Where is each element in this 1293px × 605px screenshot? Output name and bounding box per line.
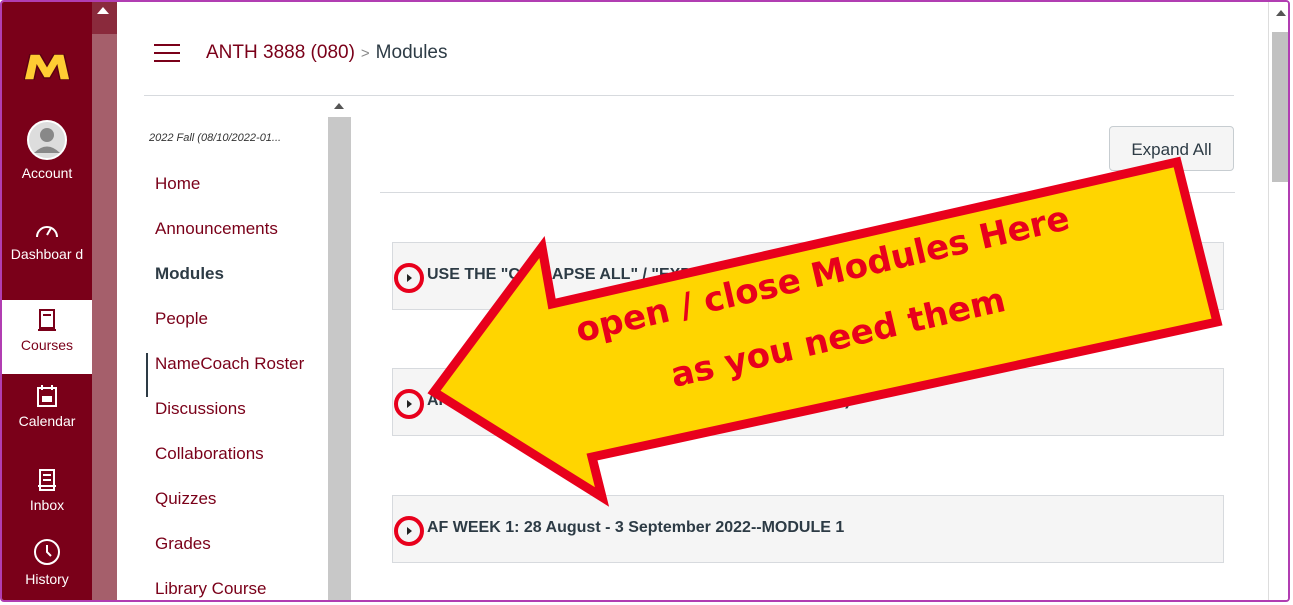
inbox-icon xyxy=(2,468,92,495)
header-divider xyxy=(144,95,1234,96)
nav-courses[interactable]: Courses xyxy=(2,300,92,374)
scroll-up-icon[interactable] xyxy=(1276,10,1286,16)
course-nav-collaborations[interactable]: Collaborations xyxy=(155,444,264,464)
course-nav-modules[interactable]: Modules xyxy=(155,264,224,284)
page-scrollbar[interactable] xyxy=(1268,2,1288,600)
nav-dashboard[interactable]: Dashboar d xyxy=(2,220,92,263)
scroll-thumb[interactable] xyxy=(1272,32,1288,182)
hamburger-menu-icon[interactable] xyxy=(154,44,180,64)
course-nav-people[interactable]: People xyxy=(155,309,208,329)
callout-text: open / close Modules Here as you need th… xyxy=(382,152,1262,512)
nav-calendar[interactable]: Calendar xyxy=(2,384,92,429)
nav-history-label: History xyxy=(25,571,69,587)
expand-toggle-icon[interactable] xyxy=(394,516,424,546)
course-nav-namecoach[interactable]: NameCoach Roster xyxy=(155,354,304,374)
scroll-up-icon[interactable] xyxy=(328,97,351,117)
nav-courses-label: Courses xyxy=(20,337,74,353)
breadcrumb: ANTH 3888 (080) > Modules xyxy=(206,42,448,64)
breadcrumb-course-link[interactable]: ANTH 3888 (080) xyxy=(206,42,355,63)
university-logo[interactable] xyxy=(23,53,71,85)
module-title[interactable]: AF WEEK 1: 28 August - 3 September 2022-… xyxy=(427,519,844,537)
course-nav-scrollbar[interactable] xyxy=(328,97,351,600)
term-label: 2022 Fall (08/10/2022-01... xyxy=(149,132,282,144)
course-nav-quizzes[interactable]: Quizzes xyxy=(155,489,216,509)
user-avatar-icon xyxy=(2,120,92,163)
nav-calendar-label: Calendar xyxy=(18,413,76,429)
app-window: Account Dashboar d Courses Calendar Inbo xyxy=(0,0,1290,602)
nav-account-label: Account xyxy=(21,165,73,181)
breadcrumb-separator: > xyxy=(360,45,370,62)
nav-dashboard-label: Dashboar d xyxy=(10,246,84,262)
nav-account[interactable]: Account xyxy=(2,120,92,181)
history-icon xyxy=(2,538,92,569)
course-nav-announcements[interactable]: Announcements xyxy=(155,219,278,239)
global-nav: Account Dashboar d Courses Calendar Inbo xyxy=(2,2,92,600)
active-indicator xyxy=(146,353,148,397)
dashboard-icon xyxy=(2,220,92,243)
calendar-icon xyxy=(2,384,92,411)
course-nav: 2022 Fall (08/10/2022-01... Home Announc… xyxy=(146,102,350,600)
breadcrumb-current-page: Modules xyxy=(375,42,448,63)
nav-history[interactable]: History xyxy=(2,538,92,587)
nav-inbox-label: Inbox xyxy=(29,497,65,513)
course-nav-library[interactable]: Library Course xyxy=(155,579,267,599)
scroll-thumb xyxy=(92,2,117,34)
nav-inbox[interactable]: Inbox xyxy=(2,468,92,513)
course-nav-home[interactable]: Home xyxy=(155,174,200,194)
global-nav-scrollbar[interactable] xyxy=(92,2,117,600)
course-nav-discussions[interactable]: Discussions xyxy=(155,399,246,419)
scroll-up-icon[interactable] xyxy=(97,7,109,14)
course-nav-grades[interactable]: Grades xyxy=(155,534,211,554)
courses-icon xyxy=(2,308,92,335)
